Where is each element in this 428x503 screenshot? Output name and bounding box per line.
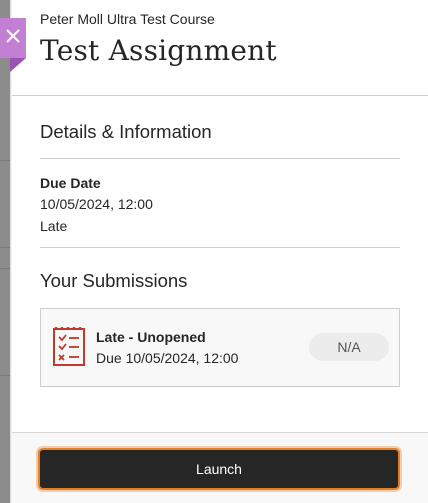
due-date-label: Due Date [40,175,101,191]
due-date-value: 10/05/2024, 12:00 [40,196,153,212]
submission-card[interactable]: Late - Unopened Due 10/05/2024, 12:00 N/… [40,308,400,387]
details-bottom-divider [40,247,400,248]
panel-footer: Launch [12,432,428,503]
submissions-heading: Your Submissions [40,270,188,291]
background-divider [0,375,10,376]
panel-header: Peter Moll Ultra Test Course Test Assign… [12,0,428,96]
close-button-tail [10,58,26,72]
due-status: Late [40,218,68,234]
background-divider [0,247,10,248]
grade-pill: N/A [309,333,389,361]
submission-status: Late - Unopened [96,329,206,345]
launch-button[interactable]: Launch [38,448,400,490]
submission-due-date: Due 10/05/2024, 12:00 [96,350,239,366]
background-overlay [0,0,10,503]
close-button[interactable] [0,18,26,58]
close-icon [6,28,20,48]
course-name: Peter Moll Ultra Test Course [40,11,215,27]
background-divider [0,268,10,269]
details-heading: Details & Information [40,121,212,142]
page-title: Test Assignment [40,34,277,67]
assignment-panel: Peter Moll Ultra Test Course Test Assign… [12,0,428,503]
assignment-list-icon [51,326,87,367]
details-divider [40,158,400,159]
background-divider [0,160,10,161]
